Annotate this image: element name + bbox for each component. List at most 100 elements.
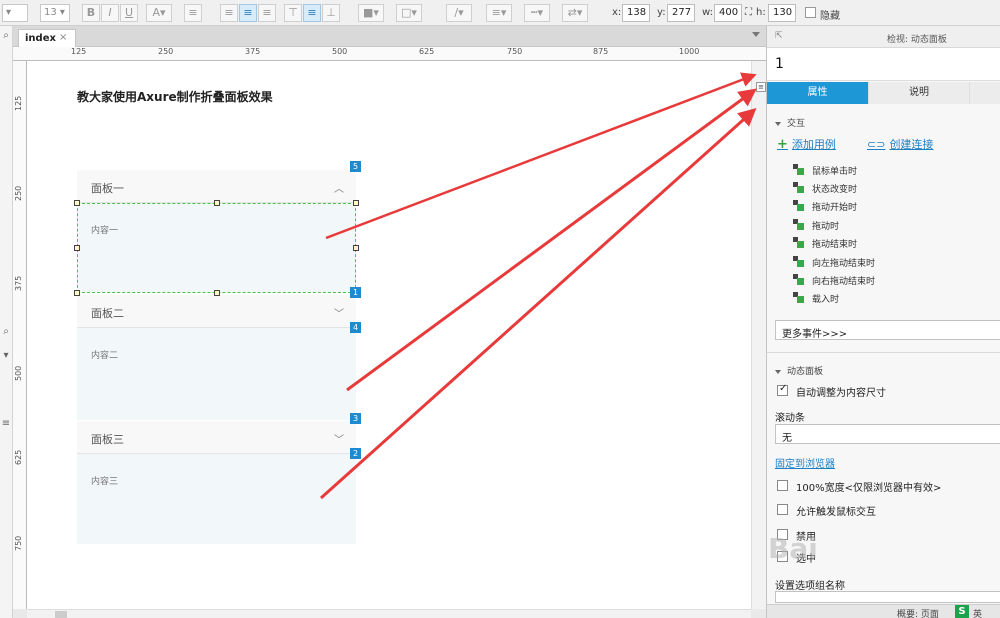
- tab-properties[interactable]: 属性: [767, 82, 868, 104]
- arrow-style-icon[interactable]: ⇄▾: [562, 4, 588, 22]
- widget-badge: 2: [350, 448, 361, 459]
- ruler-tick: 750: [507, 47, 523, 56]
- resize-handle[interactable]: [214, 200, 220, 206]
- mouse-interaction-checkbox[interactable]: [777, 504, 788, 515]
- create-link-link[interactable]: ⊂⊃ 创建连接: [867, 136, 933, 152]
- font-size-select[interactable]: 13 ▾: [40, 4, 70, 22]
- resize-handle[interactable]: [74, 290, 80, 296]
- axure-window: ▾ 13 ▾ B I U A▾ ≡ ≡ ≡ ≡ ⊤ ≡ ⊥ ■▾ □▾ ∕▾ ≡…: [0, 0, 1000, 618]
- event-icon: [793, 292, 804, 303]
- selection-box[interactable]: [77, 203, 356, 293]
- line-width-icon[interactable]: ≡▾: [486, 4, 512, 22]
- lock-ratio-icon[interactable]: ⛶: [745, 7, 752, 18]
- hidden-label: 隐藏: [820, 11, 840, 22]
- font-color-icon[interactable]: A▾: [146, 4, 172, 22]
- line-style-icon[interactable]: ┅▾: [524, 4, 550, 22]
- tab-index[interactable]: index ×: [18, 29, 76, 47]
- vertical-ruler: 125 250 375 500 625 750: [13, 61, 27, 609]
- design-canvas[interactable]: 教大家使用Axure制作折叠面板效果 面板一 ︿ 内容一 面板二 ﹀ 内容二 面…: [27, 61, 751, 609]
- canvas-horizontal-scrollbar[interactable]: [27, 609, 751, 618]
- inspector-tabs: 属性 说明: [767, 82, 1000, 104]
- fill-color-icon[interactable]: ■▾: [358, 4, 384, 22]
- close-icon[interactable]: ×: [59, 32, 67, 43]
- tab-style[interactable]: [969, 82, 1000, 104]
- align-center-icon[interactable]: ≡: [239, 4, 257, 22]
- align-bottom-icon[interactable]: ⊥: [322, 4, 340, 22]
- add-case-link[interactable]: + 添加用例: [777, 136, 836, 152]
- shadow-icon[interactable]: □▾: [396, 4, 422, 22]
- expand-icon[interactable]: ⇱: [775, 31, 783, 41]
- chevron-up-icon[interactable]: ︿: [334, 180, 344, 195]
- width-input[interactable]: 400: [714, 4, 742, 22]
- top-toolbar: ▾ 13 ▾ B I U A▾ ≡ ≡ ≡ ≡ ⊤ ≡ ⊥ ■▾ □▾ ∕▾ ≡…: [0, 0, 1000, 26]
- bold-button[interactable]: B: [82, 4, 100, 22]
- panel-body-2[interactable]: 内容二: [77, 328, 356, 420]
- event-icon: [793, 274, 804, 285]
- resize-handle[interactable]: [74, 200, 80, 206]
- section-title: 交互: [787, 119, 806, 129]
- underline-button[interactable]: U: [120, 4, 138, 22]
- outline-page-tab[interactable]: 概要: 页面: [897, 607, 939, 618]
- pin-to-browser-link[interactable]: 固定到浏览器: [775, 455, 835, 470]
- canvas-vertical-scrollbar[interactable]: [751, 61, 766, 609]
- panel-header-3[interactable]: 面板三 ﹀: [77, 421, 356, 454]
- align-right-icon[interactable]: ≡: [258, 4, 276, 22]
- canvas-menu-icon[interactable]: ≡: [756, 82, 766, 92]
- tab-notes[interactable]: 说明: [868, 82, 969, 104]
- search-icon[interactable]: ⌕: [0, 30, 12, 42]
- search-icon-2[interactable]: ⌕: [0, 326, 12, 338]
- event-label: 向左拖动结束时: [812, 259, 876, 269]
- chevron-down-icon[interactable]: ﹀: [334, 431, 344, 446]
- event-label: 拖动结束时: [812, 240, 858, 250]
- auto-fit-checkbox[interactable]: [777, 383, 788, 396]
- resize-handle[interactable]: [353, 200, 359, 206]
- font-family-select[interactable]: ▾: [2, 4, 28, 22]
- interaction-section-header[interactable]: 交互: [775, 116, 805, 129]
- bullet-list-icon[interactable]: ≡: [184, 4, 202, 22]
- more-events-select[interactable]: 更多事件>>>: [775, 320, 1000, 340]
- ruler-tick: 625: [14, 449, 23, 465]
- dynamic-panel-section-header[interactable]: 动态面板: [775, 364, 823, 377]
- widget-name-value: 1: [775, 56, 784, 72]
- ruler-tick: 1000: [679, 47, 700, 56]
- resize-handle[interactable]: [353, 245, 359, 251]
- line-color-icon[interactable]: ∕▾: [446, 4, 472, 22]
- h-label: h:: [756, 7, 766, 18]
- full-width-checkbox[interactable]: [777, 480, 788, 491]
- panel-content: 内容二: [91, 351, 119, 361]
- tab-menu-icon[interactable]: [752, 32, 760, 37]
- x-input[interactable]: 138: [622, 4, 650, 22]
- panel-header-1[interactable]: 面板一 ︿: [77, 170, 356, 203]
- align-left-icon[interactable]: ≡: [220, 4, 238, 22]
- inspector-header: ⇱ 检视: 动态面板: [767, 26, 1000, 48]
- widget-badge: 5: [350, 161, 361, 172]
- link-icon: ⊂⊃: [867, 138, 886, 151]
- panel-header-2[interactable]: 面板二 ﹀: [77, 295, 356, 328]
- scrollbar-thumb[interactable]: [55, 611, 67, 618]
- chevron-down-icon[interactable]: ﹀: [334, 305, 344, 320]
- scroll-handle[interactable]: ≡: [0, 418, 12, 430]
- widget-badge: 3: [350, 413, 361, 424]
- y-input[interactable]: 277: [667, 4, 695, 22]
- align-middle-icon[interactable]: ≡: [303, 4, 321, 22]
- scrollbar-select[interactable]: 无: [775, 424, 1000, 444]
- resize-handle[interactable]: [214, 290, 220, 296]
- event-icon: [793, 237, 804, 248]
- event-label: 载入时: [812, 295, 840, 305]
- chevron-down-icon[interactable]: ▾: [0, 350, 12, 362]
- resize-handle[interactable]: [74, 245, 80, 251]
- hidden-checkbox[interactable]: [805, 7, 816, 18]
- widget-name-field[interactable]: 1: [767, 48, 1000, 81]
- event-icon: [793, 164, 804, 175]
- more-events-label: 更多事件>>>: [782, 329, 848, 340]
- ruler-tick: 125: [14, 95, 23, 111]
- panel-title: 面板三: [91, 433, 124, 446]
- height-input[interactable]: 130: [768, 4, 796, 22]
- selection-group-input[interactable]: [775, 591, 1000, 603]
- ruler-tick: 250: [158, 47, 174, 56]
- event-label: 向右拖动结束时: [812, 277, 876, 287]
- panel-body-3[interactable]: 内容三: [77, 454, 356, 544]
- align-top-icon[interactable]: ⊤: [284, 4, 302, 22]
- italic-button[interactable]: I: [101, 4, 119, 22]
- divider: [767, 352, 1000, 353]
